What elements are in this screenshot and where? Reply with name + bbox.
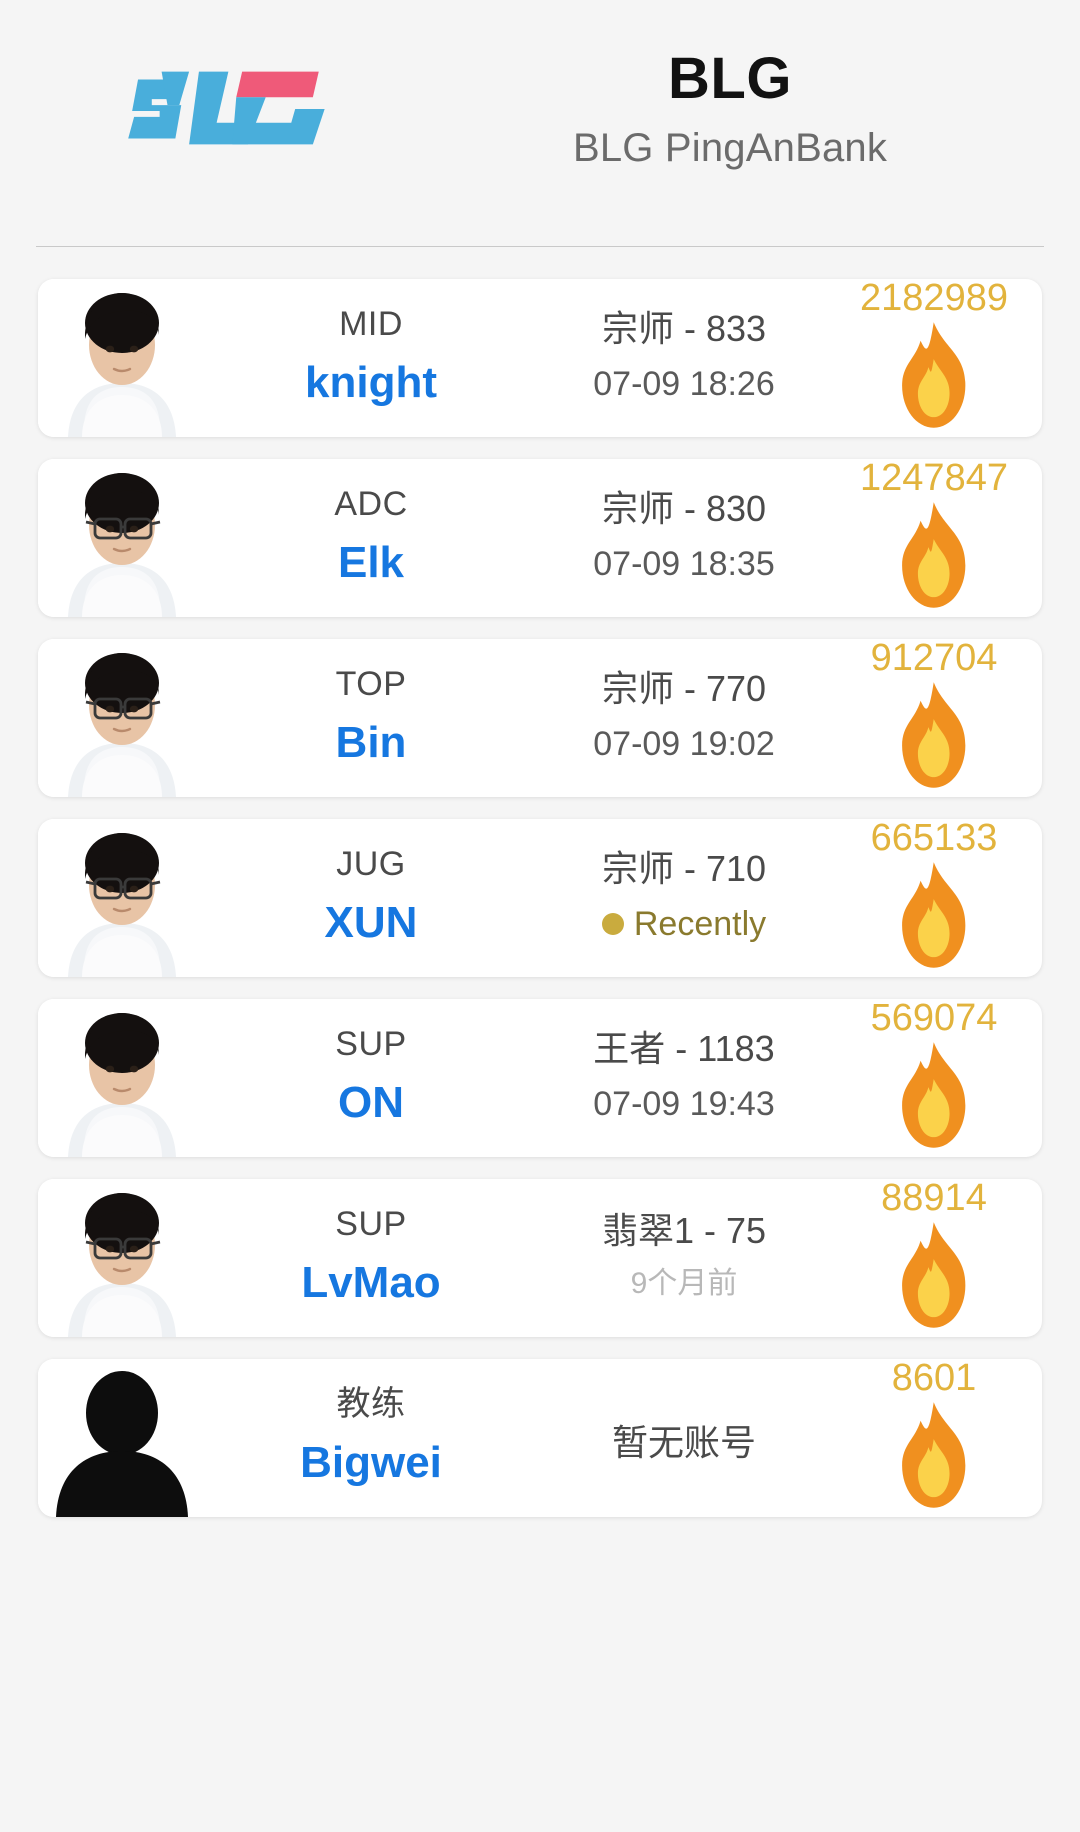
player-avatar <box>38 279 206 437</box>
player-last-seen-text: 07-09 19:02 <box>593 725 775 763</box>
player-last-seen: 07-09 18:35 <box>593 547 775 581</box>
player-role: MID <box>339 305 403 343</box>
player-rank-block: 宗师 - 830 07-09 18:35 <box>536 459 832 617</box>
player-score-block: 8601 <box>832 1359 1042 1517</box>
player-name[interactable]: Bin <box>336 721 407 765</box>
player-identity: SUP ON <box>206 999 536 1157</box>
team-roster-page: BLG BLG PingAnBank MID knight 宗师 - 833 0… <box>0 0 1080 1832</box>
flame-icon <box>902 1402 966 1508</box>
player-card[interactable]: JUG XUN 宗师 - 710 Recently 665133 <box>38 819 1042 977</box>
player-last-seen-text: 9个月前 <box>630 1267 738 1300</box>
player-score: 912704 <box>870 639 998 679</box>
player-role: SUP <box>335 1205 407 1243</box>
team-subtitle: BLG PingAnBank <box>572 125 888 170</box>
player-score-block: 88914 <box>832 1179 1042 1337</box>
player-score: 2182989 <box>860 279 1008 319</box>
flame-icon <box>902 322 966 428</box>
roster-list: MID knight 宗师 - 833 07-09 18:26 2182989 <box>0 247 1080 1517</box>
player-identity: TOP Bin <box>206 639 536 797</box>
player-score: 1247847 <box>860 459 1008 499</box>
player-score: 88914 <box>881 1179 987 1219</box>
flame-icon <box>902 502 966 608</box>
player-rank: 宗师 - 710 <box>601 848 767 889</box>
player-name[interactable]: LvMao <box>301 1261 440 1305</box>
flame-icon <box>902 682 966 788</box>
player-identity: JUG XUN <box>206 819 536 977</box>
player-name[interactable]: ON <box>338 1081 404 1125</box>
player-rank-block: 宗师 - 770 07-09 19:02 <box>536 639 832 797</box>
player-last-seen: 07-09 19:43 <box>593 1087 775 1121</box>
team-title-block: BLG BLG PingAnBank <box>460 46 1040 171</box>
flame-icon <box>902 862 966 968</box>
player-rank: 翡翠1 - 75 <box>601 1210 767 1251</box>
player-name[interactable]: knight <box>305 361 437 405</box>
player-card[interactable]: 教练 Bigwei 暂无账号 8601 <box>38 1359 1042 1517</box>
player-avatar <box>38 459 206 617</box>
player-card[interactable]: SUP ON 王者 - 1183 07-09 19:43 569074 <box>38 999 1042 1157</box>
player-rank: 暂无账号 <box>611 1422 756 1463</box>
player-score-block: 569074 <box>832 999 1042 1157</box>
player-identity: MID knight <box>206 279 536 437</box>
player-score: 665133 <box>870 819 998 859</box>
player-score-block: 912704 <box>832 639 1042 797</box>
player-name[interactable]: Bigwei <box>300 1441 442 1485</box>
player-last-seen-text: 07-09 18:35 <box>593 545 775 583</box>
player-avatar <box>38 639 206 797</box>
flame-icon <box>902 1222 966 1328</box>
player-avatar <box>38 999 206 1157</box>
player-score-block: 665133 <box>832 819 1042 977</box>
player-card[interactable]: TOP Bin 宗师 - 770 07-09 19:02 912704 <box>38 639 1042 797</box>
status-dot-icon <box>601 913 624 935</box>
player-last-seen: 07-09 19:02 <box>593 727 775 761</box>
team-header: BLG BLG PingAnBank <box>0 0 1080 200</box>
player-rank-block: 宗师 - 833 07-09 18:26 <box>536 279 832 437</box>
player-score: 569074 <box>870 999 998 1039</box>
player-role: JUG <box>336 845 406 883</box>
team-logo-container <box>40 54 460 164</box>
player-role: 教练 <box>336 1385 406 1423</box>
player-name[interactable]: Elk <box>338 541 404 585</box>
player-identity: 教练 Bigwei <box>206 1359 536 1517</box>
player-rank-block: 暂无账号 <box>536 1359 832 1517</box>
player-last-seen-text: 07-09 19:43 <box>593 1085 775 1123</box>
player-rank: 王者 - 1183 <box>593 1028 775 1069</box>
player-last-seen: Recently <box>601 905 767 943</box>
player-avatar <box>38 819 206 977</box>
player-card[interactable]: MID knight 宗师 - 833 07-09 18:26 2182989 <box>38 279 1042 437</box>
player-rank-block: 翡翠1 - 75 9个月前 <box>536 1179 832 1337</box>
player-score-block: 2182989 <box>832 279 1042 437</box>
player-name[interactable]: XUN <box>325 901 418 945</box>
player-rank-block: 王者 - 1183 07-09 19:43 <box>536 999 832 1157</box>
flame-icon <box>902 1042 966 1148</box>
player-avatar <box>38 1359 206 1517</box>
player-rank-block: 宗师 - 710 Recently <box>536 819 832 977</box>
player-role: ADC <box>334 485 408 523</box>
player-rank: 宗师 - 833 <box>601 308 767 349</box>
player-card[interactable]: ADC Elk 宗师 - 830 07-09 18:35 1247847 <box>38 459 1042 617</box>
player-role: TOP <box>335 665 407 703</box>
player-rank: 宗师 - 830 <box>601 488 767 529</box>
player-last-seen-text: 07-09 18:26 <box>593 365 775 403</box>
player-role: SUP <box>335 1025 407 1063</box>
player-card[interactable]: SUP LvMao 翡翠1 - 75 9个月前 88914 <box>38 1179 1042 1337</box>
player-score: 8601 <box>891 1359 977 1399</box>
player-last-seen-text: Recently <box>633 905 767 943</box>
player-score-block: 1247847 <box>832 459 1042 617</box>
blg-logo-icon <box>128 71 325 145</box>
player-identity: SUP LvMao <box>206 1179 536 1337</box>
page-title: BLG <box>668 46 792 112</box>
player-identity: ADC Elk <box>206 459 536 617</box>
player-last-seen: 9个月前 <box>631 1269 738 1299</box>
player-rank: 宗师 - 770 <box>601 668 767 709</box>
player-avatar <box>38 1179 206 1337</box>
player-last-seen: 07-09 18:26 <box>593 367 775 401</box>
